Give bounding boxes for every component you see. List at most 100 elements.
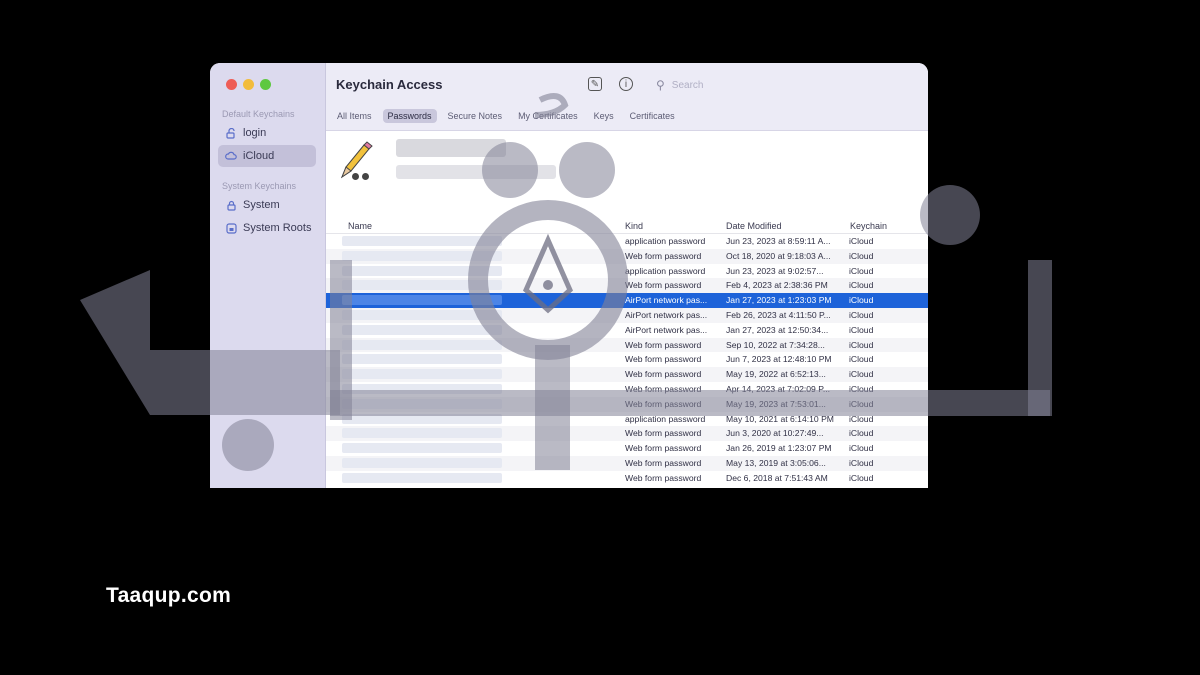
tab-all-items[interactable]: All Items xyxy=(332,109,377,123)
date-cell: Jan 27, 2023 at 12:50:34... xyxy=(726,324,829,335)
date-cell: Jun 3, 2020 at 10:27:49... xyxy=(726,428,824,439)
redacted-name-cell xyxy=(342,309,502,320)
search-field[interactable]: ⚲ xyxy=(656,76,816,94)
table-row[interactable]: Web form password Oct 18, 2020 at 9:18:03… xyxy=(326,248,928,264)
window-title: Keychain Access xyxy=(336,77,443,92)
redacted-name-cell xyxy=(342,354,502,365)
date-cell: Jun 23, 2023 at 8:59:11 A... xyxy=(726,236,831,246)
sidebar-section-default-keychains: Default Keychains xyxy=(222,109,295,119)
kind-cell: Web form password xyxy=(625,457,702,468)
keychain-cell: iCloud xyxy=(849,295,874,306)
redacted-name-cell xyxy=(342,413,502,424)
sidebar-item-system[interactable]: System xyxy=(218,194,316,216)
main-pane: Keychain Access ✎ i ⚲ All Items Password… xyxy=(326,63,928,488)
sidebar-item-label: System xyxy=(243,199,280,211)
cloud-icon xyxy=(225,150,237,162)
kind-cell: Web form password xyxy=(625,383,702,394)
tab-my-certificates[interactable]: My Certificates xyxy=(513,109,583,123)
redacted-name-cell xyxy=(342,280,502,291)
redacted-name-cell xyxy=(342,443,502,454)
date-cell: May 13, 2019 at 3:05:06... xyxy=(726,457,826,468)
compose-icon[interactable]: ✎ xyxy=(588,77,602,91)
kind-cell: Web form password xyxy=(625,250,702,261)
sidebar-item-icloud[interactable]: iCloud xyxy=(218,145,316,167)
column-header-kind[interactable]: Kind xyxy=(625,221,643,231)
table-row[interactable]: Web form password Jun 3, 2020 at 10:27:49… xyxy=(326,426,928,442)
lock-box-icon xyxy=(225,222,237,234)
keychain-cell: iCloud xyxy=(849,354,874,365)
table-row[interactable]: Web form password May 19, 2022 at 6:52:13… xyxy=(326,367,928,382)
table-row-selected[interactable]: AirPort network pas... Jan 27, 2023 at 1:… xyxy=(326,293,928,308)
table-row[interactable]: Web form password Jun 7, 2023 at 12:48:10… xyxy=(326,352,928,367)
tab-certificates[interactable]: Certificates xyxy=(625,109,680,123)
date-cell: Sep 10, 2022 at 7:34:28... xyxy=(726,339,825,350)
kind-cell: application password xyxy=(625,265,706,276)
redacted-name-cell xyxy=(342,457,502,468)
kind-cell: AirPort network pas... xyxy=(625,324,708,335)
keychain-cell: iCloud xyxy=(849,443,874,454)
tab-keys[interactable]: Keys xyxy=(589,109,619,123)
column-header-date-modified[interactable]: Date Modified xyxy=(726,221,782,231)
close-window-button[interactable] xyxy=(226,79,237,90)
keychain-cell: iCloud xyxy=(849,398,874,409)
search-input[interactable] xyxy=(669,78,794,92)
keychain-cell: iCloud xyxy=(849,339,874,350)
table-header: Name Kind Date Modified Keychain xyxy=(326,220,928,234)
keychain-cell: iCloud xyxy=(849,265,874,276)
keychain-cell: iCloud xyxy=(849,369,874,380)
keychain-cell: iCloud xyxy=(849,309,874,320)
kind-cell: Web form password xyxy=(625,369,702,380)
zoom-window-button[interactable] xyxy=(260,79,271,90)
kind-cell: AirPort network pas... xyxy=(625,309,708,320)
watermark-stroke-right xyxy=(1028,260,1052,416)
unlock-icon xyxy=(225,127,237,139)
tab-secure-notes[interactable]: Secure Notes xyxy=(443,109,508,123)
kind-cell: Web form password xyxy=(625,339,702,350)
table-row[interactable]: Web form password May 13, 2019 at 3:05:06… xyxy=(326,455,928,471)
table-row[interactable]: application password Jun 23, 2023 at 8:59… xyxy=(326,234,928,249)
keychain-window: Default Keychains login iCloud System Ke… xyxy=(210,63,928,488)
table-row[interactable]: application password Jun 23, 2023 at 9:02… xyxy=(326,264,928,279)
tab-passwords[interactable]: Passwords xyxy=(382,109,437,123)
keychain-cell: iCloud xyxy=(849,383,874,394)
date-cell: Oct 18, 2020 at 9:18:03 A... xyxy=(726,250,831,261)
table-row[interactable]: Web form password Apr 14, 2023 at 7:02:09… xyxy=(326,382,928,397)
redacted-name-cell xyxy=(342,369,502,380)
kind-cell: application password xyxy=(625,413,706,424)
table-row[interactable]: Web form password May 19, 2023 at 7:53:01… xyxy=(326,396,928,412)
redacted-name-cell xyxy=(342,324,502,335)
table-row[interactable]: Web form password Dec 6, 2018 at 7:51:43 … xyxy=(326,471,928,486)
watermark-dot-3 xyxy=(920,185,980,245)
redacted-name-cell xyxy=(342,398,502,409)
kind-cell: Web form password xyxy=(625,398,702,409)
sidebar-item-system-roots[interactable]: System Roots xyxy=(218,217,316,239)
kind-cell: Web form password xyxy=(625,280,702,291)
date-cell: May 19, 2022 at 6:52:13... xyxy=(726,369,826,380)
keychain-cell: iCloud xyxy=(849,413,874,424)
toolbar: Keychain Access ✎ i ⚲ All Items Password… xyxy=(326,63,928,131)
table-row[interactable]: Web form password Jan 26, 2019 at 1:23:07… xyxy=(326,441,928,456)
table-row[interactable]: Web form password Sep 10, 2022 at 7:34:28… xyxy=(326,337,928,353)
column-header-keychain[interactable]: Keychain xyxy=(850,221,887,231)
date-cell: Feb 26, 2023 at 4:11:50 P... xyxy=(726,309,831,320)
keychain-cell: iCloud xyxy=(849,472,874,483)
keychain-cell: iCloud xyxy=(849,457,874,468)
sidebar-section-system-keychains: System Keychains xyxy=(222,181,297,191)
column-header-name[interactable]: Name xyxy=(348,221,372,231)
redacted-item-name xyxy=(396,139,506,157)
date-cell: Jun 23, 2023 at 9:02:57... xyxy=(726,265,824,276)
minimize-window-button[interactable] xyxy=(243,79,254,90)
sidebar-item-label: iCloud xyxy=(243,150,275,162)
table-row[interactable]: application password May 10, 2021 at 6:14… xyxy=(326,412,928,427)
table-row[interactable]: Web form password Feb 4, 2023 at 2:38:36 … xyxy=(326,278,928,294)
redacted-name-cell xyxy=(342,250,502,261)
info-icon[interactable]: i xyxy=(619,77,633,91)
keychain-cell: iCloud xyxy=(849,280,874,291)
date-cell: May 19, 2023 at 7:53:01... xyxy=(726,398,826,409)
kind-cell: Web form password xyxy=(625,443,702,454)
table-row[interactable]: AirPort network pas... Feb 26, 2023 at 4:… xyxy=(326,307,928,323)
password-dots xyxy=(352,173,369,180)
sidebar-item-login[interactable]: login xyxy=(218,122,316,144)
items-table: application password Jun 23, 2023 at 8:59… xyxy=(326,234,928,486)
table-row[interactable]: AirPort network pas... Jan 27, 2023 at 12… xyxy=(326,323,928,338)
